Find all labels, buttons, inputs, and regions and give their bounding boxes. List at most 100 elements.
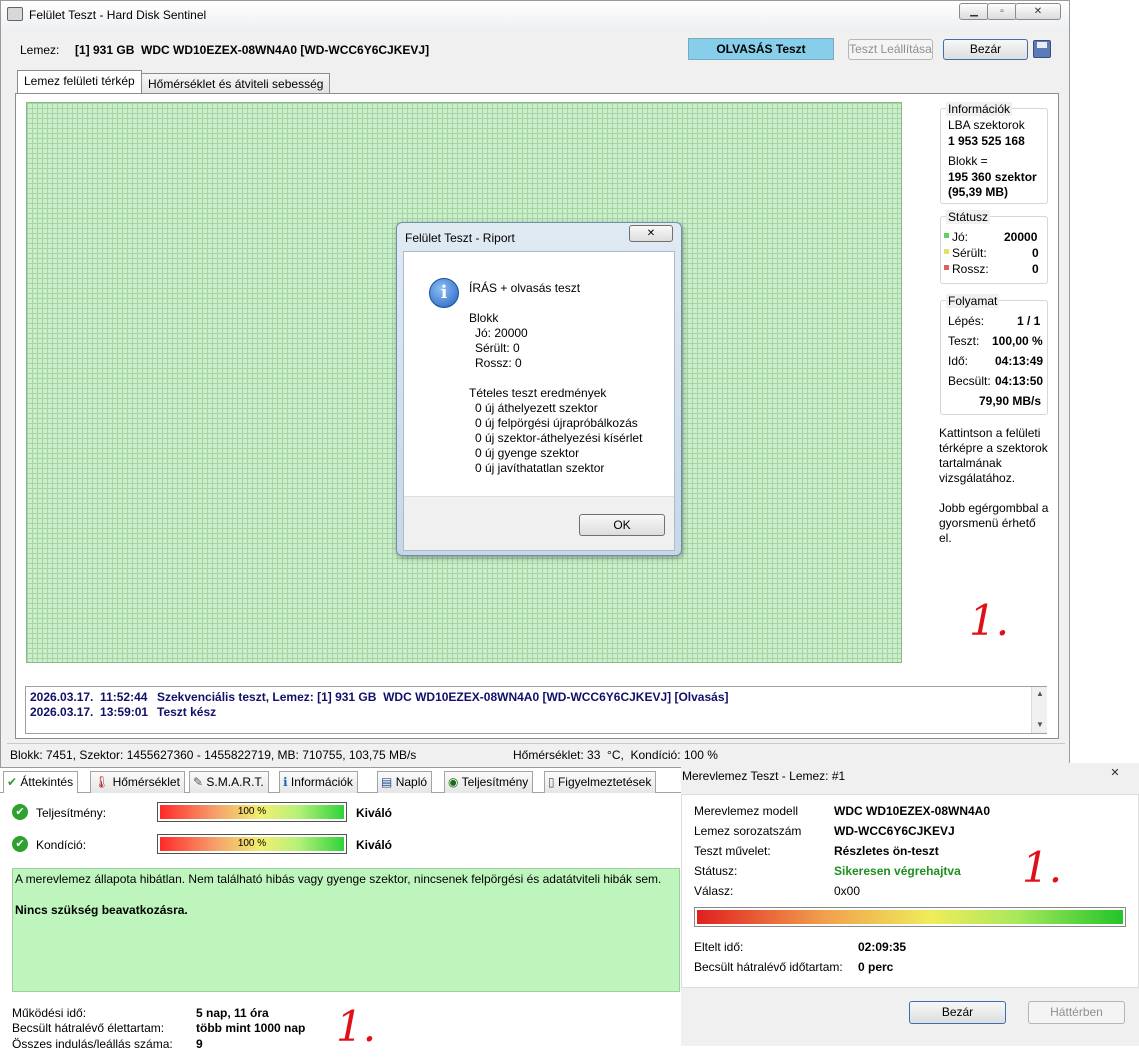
time-label: Idő: xyxy=(948,354,969,368)
selftest-progress-bar xyxy=(694,907,1126,927)
thermometer-icon: 🌡 xyxy=(94,775,110,789)
tab-smart[interactable]: ✎ S.M.A.R.T. xyxy=(189,771,269,793)
close-main-button[interactable]: Bezár xyxy=(943,39,1028,60)
tab-alerts-label: Figyelmeztetések xyxy=(557,775,652,789)
report-result-2: 0 új felpörgési újrapróbálkozás xyxy=(475,416,638,430)
scroll-up-icon[interactable]: ▲ xyxy=(1036,689,1044,698)
close-icon: ✕ xyxy=(646,228,656,239)
status-damaged-swatch xyxy=(944,249,949,254)
block-label: Blokk = xyxy=(948,154,988,168)
operation-value: Részletes ön-teszt xyxy=(834,844,939,858)
step-label: Lépés: xyxy=(948,314,985,328)
status-damaged-value: 0 xyxy=(1032,246,1039,260)
response-label: Válasz: xyxy=(694,884,734,898)
document-icon: ▯ xyxy=(548,775,555,789)
tab-log[interactable]: ▤ Napló xyxy=(377,771,433,793)
startstop-value: 9 xyxy=(196,1037,203,1051)
event-log: 2026.03.17. 11:52:44 Szekvenciális teszt… xyxy=(25,686,1047,734)
status-good-value: 20000 xyxy=(1004,230,1038,244)
tab-smart-label: S.M.A.R.T. xyxy=(206,775,264,789)
remaining-value: 0 perc xyxy=(858,960,894,974)
health-action: Nincs szükség beavatkozásra. xyxy=(15,903,188,917)
tab-information[interactable]: ℹ Információk xyxy=(279,771,358,793)
status-good-label: Jó: xyxy=(952,230,969,244)
tab-overview[interactable]: ✔ Áttekintés xyxy=(3,771,79,793)
elapsed-label: Eltelt idő: xyxy=(694,940,744,954)
main-window-title: Felület Teszt - Hard Disk Sentinel xyxy=(29,8,207,22)
status-damaged-label: Sérült: xyxy=(952,246,987,260)
remaining-label: Becsült hátralévő időtartam: xyxy=(694,960,843,974)
minimize-button[interactable]: ▁ xyxy=(959,3,989,20)
selftest-title: Merevlemez Teszt - Lemez: #1 xyxy=(682,769,846,783)
stop-test-button[interactable]: Teszt Leállítása xyxy=(848,39,933,60)
condition-check-icon: ✔ xyxy=(12,836,28,852)
save-icon[interactable] xyxy=(1033,40,1051,58)
block-value: 195 360 szektor xyxy=(948,170,1037,184)
condition-rating: Kiváló xyxy=(356,838,393,852)
condition-label: Kondíció: xyxy=(36,838,87,852)
report-damaged: Sérült: 0 xyxy=(475,341,520,355)
performance-label: Teljesítmény: xyxy=(36,806,107,820)
uptime-label: Működési idő: xyxy=(12,1006,87,1020)
maximize-button[interactable]: ▫ xyxy=(987,3,1017,20)
response-value: 0x00 xyxy=(834,884,861,898)
selftest-status-label: Státusz: xyxy=(694,864,738,878)
step-value: 1 / 1 xyxy=(1017,314,1041,328)
report-result-5: 0 új javíthatatlan szektor xyxy=(475,461,605,475)
health-text: A merevlemez állapota hibátlan. Nem talá… xyxy=(15,872,662,886)
selftest-close-main-button[interactable]: Bezár xyxy=(909,1001,1006,1024)
speed-value: 79,90 MB/s xyxy=(979,394,1042,408)
tab-log-label: Napló xyxy=(395,775,428,789)
annotation-mark-1: 1. xyxy=(969,596,1010,645)
close-icon: ✕ xyxy=(1033,6,1043,17)
serial-label: Lemez sorozatszám xyxy=(694,824,802,838)
log-icon: ▤ xyxy=(381,775,393,789)
minimize-icon: ▁ xyxy=(970,6,978,17)
statusbar-block-info: Blokk: 7451, Szektor: 1455627360 - 14558… xyxy=(10,748,417,762)
status-bad-swatch xyxy=(944,265,949,270)
tab-performance[interactable]: ◉ Teljesítmény xyxy=(444,771,534,793)
main-titlebar: Felület Teszt - Hard Disk Sentinel ▁ ▫ ✕ xyxy=(1,1,1069,29)
background-button[interactable]: Háttérben xyxy=(1028,1001,1125,1024)
close-window-button[interactable]: ✕ xyxy=(1015,3,1061,20)
progress-group-title: Folyamat xyxy=(946,294,1000,308)
status-good-swatch xyxy=(944,233,949,238)
startstop-label: Összes indulás/leállás száma: xyxy=(12,1037,173,1051)
report-results-title: Tételes teszt eredmények xyxy=(469,386,607,400)
report-dialog-footer: OK xyxy=(404,496,674,550)
tab-temperature-speed[interactable]: Hőmérséklet és átviteli sebesség xyxy=(141,73,331,95)
serial-value: WD-WCC6Y6CJKEVJ xyxy=(834,824,955,838)
log-scrollbar[interactable]: ▲ ▼ xyxy=(1031,687,1047,733)
statusbar-temperature: Hőmérséklet: 33 °C, Kondíció: 100 % xyxy=(513,748,718,762)
report-result-4: 0 új gyenge szektor xyxy=(475,446,580,460)
info-icon: ℹ xyxy=(283,775,288,789)
information-glyph: i xyxy=(440,282,448,303)
disk-label: Lemez: xyxy=(20,43,60,57)
annotation-mark-2: 1. xyxy=(1022,843,1063,892)
tab-temperature-label: Hőmérséklet xyxy=(112,775,180,789)
health-summary: A merevlemez állapota hibátlan. Nem talá… xyxy=(12,868,680,992)
report-dialog: Felület Teszt - Riport ✕ i ÍRÁS + olvasá… xyxy=(396,222,682,556)
scroll-down-icon[interactable]: ▼ xyxy=(1036,720,1044,729)
report-dialog-close-button[interactable]: ✕ xyxy=(629,225,673,242)
check-icon: ✔ xyxy=(7,775,18,789)
test-label: Teszt: xyxy=(948,334,980,348)
tab-alerts[interactable]: ▯ Figyelmeztetések xyxy=(544,771,657,793)
report-good: Jó: 20000 xyxy=(475,326,528,340)
test-value: 100,00 % xyxy=(992,334,1043,348)
gauge-icon: ◉ xyxy=(448,775,459,789)
disk-value: [1] 931 GB WDC WD10EZEX-08WN4A0 [WD-WCC6… xyxy=(75,43,430,57)
estimated-label: Becsült: xyxy=(948,374,991,388)
report-dialog-body: i ÍRÁS + olvasás teszt Blokk Jó: 20000 S… xyxy=(403,251,675,551)
performance-bar-fill: 100 % xyxy=(160,805,344,819)
ok-button[interactable]: OK xyxy=(579,514,665,536)
app-icon xyxy=(7,7,23,21)
report-result-1: 0 új áthelyezett szektor xyxy=(475,401,598,415)
elapsed-value: 02:09:35 xyxy=(858,940,907,954)
selftest-close-button[interactable]: ✕ xyxy=(1093,765,1137,781)
report-result-3: 0 új szektor-áthelyezési kísérlet xyxy=(475,431,643,445)
lba-label: LBA szektorok xyxy=(948,118,1025,132)
tab-temperature[interactable]: 🌡 Hőmérséklet xyxy=(90,771,185,793)
annotation-mark-3: 1. xyxy=(336,1002,377,1051)
tab-surface-map[interactable]: Lemez felületi térkép xyxy=(17,70,142,94)
